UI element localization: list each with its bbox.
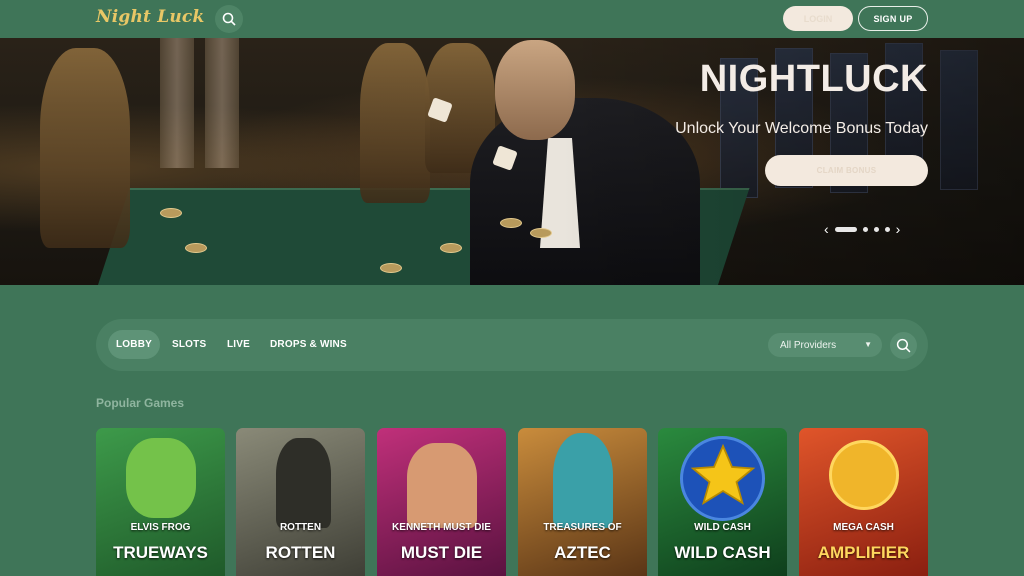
tab-drops-wins[interactable]: DROPS & WINS — [270, 330, 347, 359]
carousel-dot[interactable] — [873, 226, 879, 232]
chevron-left-icon[interactable]: ‹ — [824, 222, 829, 236]
tab-slots[interactable]: SLOTS — [172, 330, 206, 359]
zombie-art — [276, 438, 331, 528]
game-title-small: ELVIS FROG — [130, 522, 191, 533]
character-art — [407, 443, 477, 528]
game-title-small: KENNETH MUST DIE — [392, 522, 491, 533]
carousel-dot[interactable] — [862, 226, 868, 232]
game-title-big: AZTEC — [554, 543, 611, 562]
login-button[interactable]: LOGIN — [783, 6, 853, 31]
carousel-dot-active[interactable] — [834, 226, 857, 232]
game-card[interactable]: MEGA CASH AMPLIFIER — [799, 428, 928, 576]
game-title-big: ROTTEN — [265, 543, 336, 562]
game-card[interactable]: ELVIS FROG TRUEWAYS — [96, 428, 225, 576]
logo[interactable]: Night Luck — [96, 7, 204, 27]
game-title-small: TREASURES OF — [543, 522, 622, 533]
carousel-dot[interactable] — [884, 226, 890, 232]
search-icon — [896, 338, 911, 353]
coin-art — [829, 440, 899, 510]
header-search-button[interactable] — [215, 5, 243, 33]
hero-banner[interactable]: NIGHTLUCK Unlock Your Welcome Bonus Toda… — [0, 38, 1024, 285]
game-title-big: TRUEWAYS — [113, 543, 208, 562]
tab-lobby[interactable]: LOBBY — [108, 330, 160, 359]
game-title-big: MUST DIE — [400, 543, 483, 562]
hero-subtitle: Unlock Your Welcome Bonus Today — [675, 120, 928, 137]
caret-down-icon: ▼ — [864, 340, 872, 349]
carousel-controls: ‹ › — [824, 222, 900, 236]
frog-art — [126, 438, 196, 518]
star-icon — [690, 443, 756, 505]
game-title-big: WILD CASH — [674, 543, 771, 562]
provider-select[interactable]: All Providers ▼ — [768, 333, 882, 357]
signup-button[interactable]: SIGN UP — [858, 6, 928, 31]
login-label: LOGIN — [803, 13, 833, 24]
hero-title: NIGHTLUCK — [699, 58, 928, 100]
claim-bonus-button[interactable]: CLAIM BONUS — [765, 155, 928, 186]
game-card[interactable]: KENNETH MUST DIE MUST DIE — [377, 428, 506, 576]
game-title-big: AMPLIFIER — [817, 543, 910, 562]
aztec-art — [553, 433, 613, 528]
top-header: Night Luck LOGIN SIGN UP — [0, 0, 1024, 38]
provider-select-value: All Providers — [780, 339, 837, 351]
game-title-small: WILD CASH — [694, 522, 751, 533]
search-icon — [222, 12, 236, 26]
game-search-button[interactable] — [890, 332, 917, 359]
section-title: Popular Games — [96, 396, 185, 410]
chevron-right-icon[interactable]: › — [896, 222, 901, 236]
game-card[interactable]: WILD CASH WILD CASH — [658, 428, 787, 576]
game-card[interactable]: TREASURES OF AZTEC — [518, 428, 647, 576]
game-card[interactable]: ROTTEN ROTTEN — [236, 428, 365, 576]
game-title-small: MEGA CASH — [833, 522, 894, 533]
tab-live[interactable]: LIVE — [227, 330, 250, 359]
game-title-small: ROTTEN — [279, 522, 322, 533]
